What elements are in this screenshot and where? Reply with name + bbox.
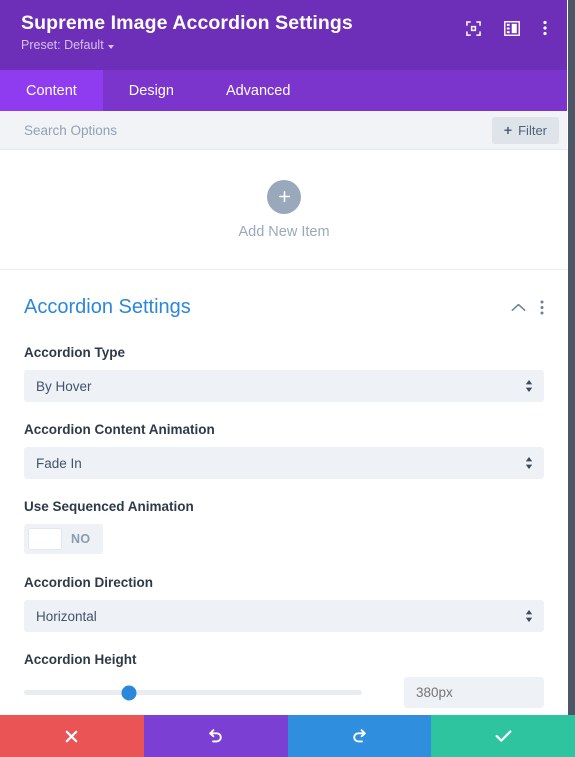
- accordion-direction-label: Accordion Direction: [24, 575, 154, 590]
- chevron-up-icon[interactable]: [511, 303, 526, 312]
- tab-advanced[interactable]: Advanced: [200, 70, 317, 111]
- accordion-height-slider[interactable]: [24, 683, 362, 703]
- toggle-knob: [28, 528, 62, 550]
- accordion-direction-select-wrap: Horizontal: [24, 600, 544, 632]
- accordion-height-control: [24, 677, 544, 708]
- section-actions: [511, 300, 544, 315]
- vertical-scrollbar[interactable]: [568, 0, 575, 715]
- undo-icon: [209, 728, 222, 742]
- sequenced-animation-label: Use Sequenced Animation: [24, 499, 194, 514]
- add-new-item-section[interactable]: Add New Item: [0, 150, 568, 270]
- check-icon: [495, 730, 512, 742]
- content-animation-select[interactable]: Fade In: [24, 447, 544, 479]
- search-bar: + Filter: [0, 111, 568, 150]
- accordion-type-select-wrap: By Hover: [24, 370, 544, 402]
- section-more-vertical-icon[interactable]: [540, 300, 544, 315]
- panel-header: Supreme Image Accordion Settings Preset:…: [0, 0, 568, 70]
- section-header: Accordion Settings: [24, 295, 544, 319]
- focus-icon[interactable]: [466, 20, 481, 36]
- accordion-height-input[interactable]: [404, 677, 544, 708]
- content-animation-select-wrap: Fade In: [24, 447, 544, 479]
- page-title: Supreme Image Accordion Settings: [21, 12, 353, 34]
- slider-track: [24, 690, 362, 695]
- add-item-button[interactable]: [267, 179, 301, 214]
- save-button[interactable]: [431, 715, 575, 757]
- redo-button[interactable]: [287, 715, 432, 757]
- module-settings-panel: Supreme Image Accordion Settings Preset:…: [0, 0, 575, 757]
- layout-panel-icon[interactable]: [504, 20, 520, 36]
- header-icon-group: [466, 10, 568, 36]
- plus-icon: [278, 190, 290, 203]
- undo-button[interactable]: [143, 715, 288, 757]
- tab-bar: Content Design Advanced: [0, 70, 568, 111]
- accordion-height-label: Accordion Height: [24, 652, 137, 667]
- action-bar: [0, 715, 575, 757]
- filter-button[interactable]: + Filter: [491, 116, 559, 144]
- preset-selector[interactable]: Preset: Default: [21, 37, 466, 54]
- scrollbar-thumb[interactable]: [568, 0, 575, 468]
- content-animation-label: Accordion Content Animation: [24, 422, 215, 437]
- section-title: Accordion Settings: [24, 296, 191, 318]
- field-accordion-height: Accordion Height: [24, 652, 544, 708]
- filter-button-label: Filter: [518, 122, 547, 138]
- close-icon: [66, 730, 78, 742]
- field-accordion-type: Accordion Type By Hover: [24, 345, 544, 402]
- accordion-type-select[interactable]: By Hover: [24, 370, 544, 402]
- cancel-button[interactable]: [0, 715, 144, 757]
- field-accordion-direction: Accordion Direction Horizontal: [24, 575, 544, 632]
- chevron-down-icon: [107, 44, 114, 49]
- add-item-label: Add New Item: [238, 223, 330, 240]
- plus-icon: +: [503, 122, 513, 138]
- field-sequenced-animation: Use Sequenced Animation NO: [24, 499, 544, 555]
- accordion-direction-select[interactable]: Horizontal: [24, 600, 544, 632]
- redo-icon: [353, 728, 366, 742]
- header-titles: Supreme Image Accordion Settings Preset:…: [21, 10, 466, 54]
- tab-design[interactable]: Design: [103, 70, 200, 111]
- slider-handle[interactable]: [121, 685, 137, 700]
- more-vertical-icon[interactable]: [543, 20, 547, 36]
- preset-label: Preset: Default: [21, 38, 104, 52]
- toggle-state-label: NO: [71, 532, 91, 546]
- search-input[interactable]: [24, 122, 492, 138]
- settings-content: Accordion Settings Accordion Type By Hov…: [0, 271, 568, 715]
- field-content-animation: Accordion Content Animation Fade In: [24, 422, 544, 479]
- sequenced-animation-toggle[interactable]: NO: [24, 524, 103, 554]
- tab-content[interactable]: Content: [0, 70, 103, 111]
- accordion-type-label: Accordion Type: [24, 345, 126, 360]
